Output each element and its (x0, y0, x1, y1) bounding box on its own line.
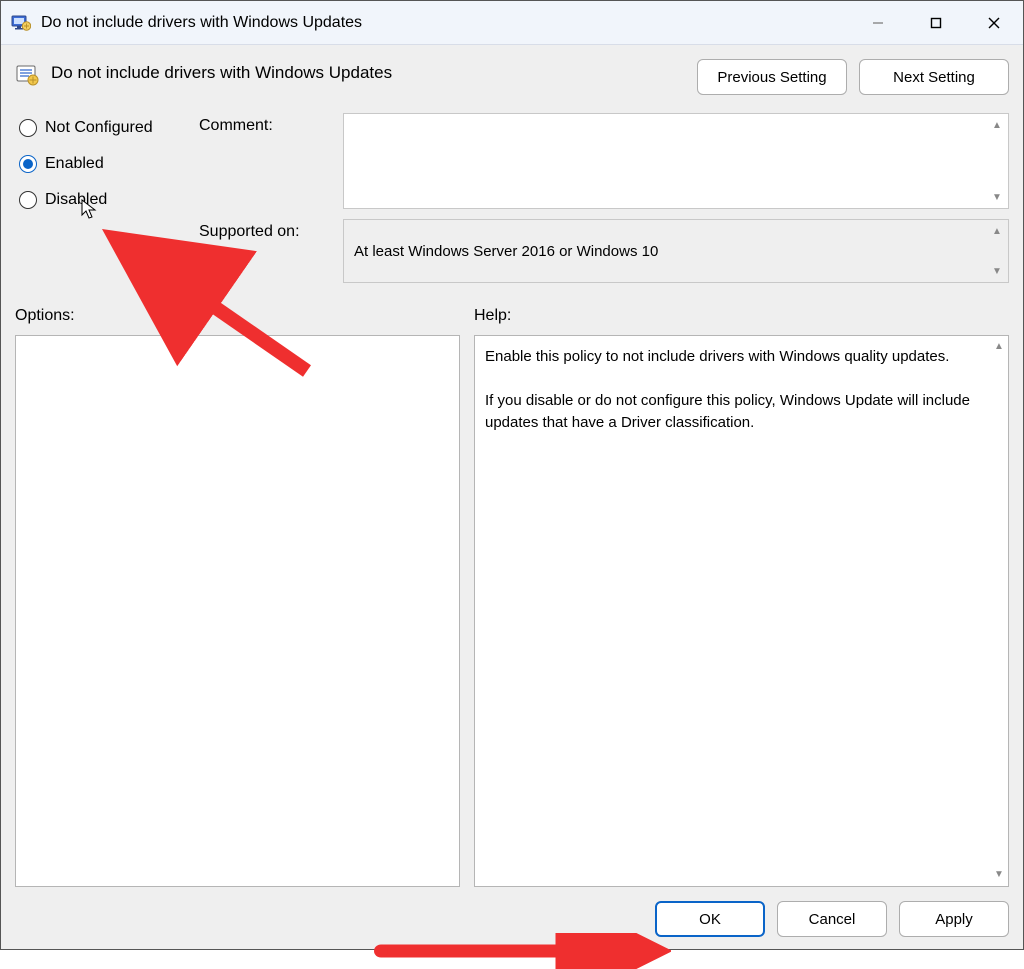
help-content: Enable this policy to not include driver… (475, 336, 1008, 465)
radio-label: Enabled (45, 155, 104, 173)
scroll-down-icon[interactable]: ▼ (992, 868, 1006, 882)
scroll-down-icon: ▼ (990, 264, 1004, 278)
scroll-up-icon: ▲ (990, 224, 1004, 238)
radio-indicator (19, 119, 37, 137)
cancel-button[interactable]: Cancel (777, 901, 887, 937)
options-help-labels: Options: Help: (15, 307, 1009, 325)
close-button[interactable] (965, 1, 1023, 44)
comment-textbox[interactable]: ▲ ▼ (343, 113, 1009, 209)
policy-header-row: Do not include drivers with Windows Upda… (15, 59, 1009, 95)
apply-button[interactable]: Apply (899, 901, 1009, 937)
window-controls (849, 1, 1023, 44)
window-title: Do not include drivers with Windows Upda… (41, 14, 849, 32)
scroll-up-icon[interactable]: ▲ (990, 118, 1004, 132)
radio-enabled[interactable]: Enabled (19, 155, 195, 173)
radio-indicator (19, 155, 37, 173)
setting-nav: Previous Setting Next Setting (697, 59, 1009, 95)
options-content (16, 336, 459, 356)
scroll-up-icon[interactable]: ▲ (992, 340, 1006, 354)
options-help-panes: Enable this policy to not include driver… (15, 335, 1009, 887)
dialog-footer: OK Cancel Apply (15, 887, 1009, 937)
scroll-down-icon[interactable]: ▼ (990, 190, 1004, 204)
radio-indicator (19, 191, 37, 209)
policy-icon (11, 13, 31, 33)
comment-label: Comment: (199, 113, 339, 135)
help-paragraph: Enable this policy to not include driver… (485, 346, 982, 368)
radio-label: Not Configured (45, 119, 153, 137)
supported-on-value: At least Windows Server 2016 or Windows … (354, 243, 658, 260)
options-label: Options: (15, 307, 460, 325)
config-grid: Not Configured Enabled Disabled Comment:… (15, 113, 1009, 283)
policy-setting-icon (15, 63, 39, 87)
previous-setting-button[interactable]: Previous Setting (697, 59, 847, 95)
minimize-button[interactable] (849, 1, 907, 44)
ok-button[interactable]: OK (655, 901, 765, 937)
supported-on-textbox: At least Windows Server 2016 or Windows … (343, 219, 1009, 283)
supported-on-label: Supported on: (199, 219, 339, 241)
state-radio-group: Not Configured Enabled Disabled (15, 113, 195, 209)
help-label: Help: (474, 307, 1009, 325)
group-policy-editor-window: Do not include drivers with Windows Upda… (0, 0, 1024, 950)
policy-name: Do not include drivers with Windows Upda… (51, 59, 685, 83)
annotation-arrow-ok (371, 933, 671, 969)
radio-label: Disabled (45, 191, 107, 209)
help-pane: Enable this policy to not include driver… (474, 335, 1009, 887)
radio-disabled[interactable]: Disabled (19, 191, 195, 209)
titlebar: Do not include drivers with Windows Upda… (1, 1, 1023, 45)
options-pane (15, 335, 460, 887)
radio-not-configured[interactable]: Not Configured (19, 119, 195, 137)
help-scrollbar[interactable]: ▲ ▼ (990, 336, 1008, 886)
dialog-client-area: Do not include drivers with Windows Upda… (1, 45, 1023, 949)
maximize-button[interactable] (907, 1, 965, 44)
next-setting-button[interactable]: Next Setting (859, 59, 1009, 95)
help-paragraph: If you disable or do not configure this … (485, 390, 982, 434)
